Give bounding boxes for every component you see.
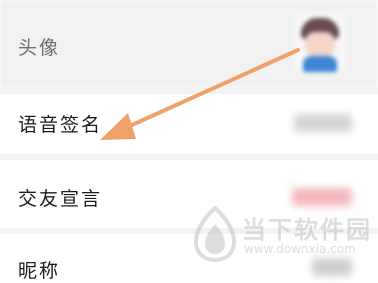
watermark-title: 当下软件园 bbox=[242, 216, 372, 244]
watermark: 当下软件园 www.downxia.com bbox=[190, 206, 370, 276]
watermark-url: www.downxia.com bbox=[244, 242, 356, 256]
downxia-logo-icon bbox=[193, 206, 237, 262]
